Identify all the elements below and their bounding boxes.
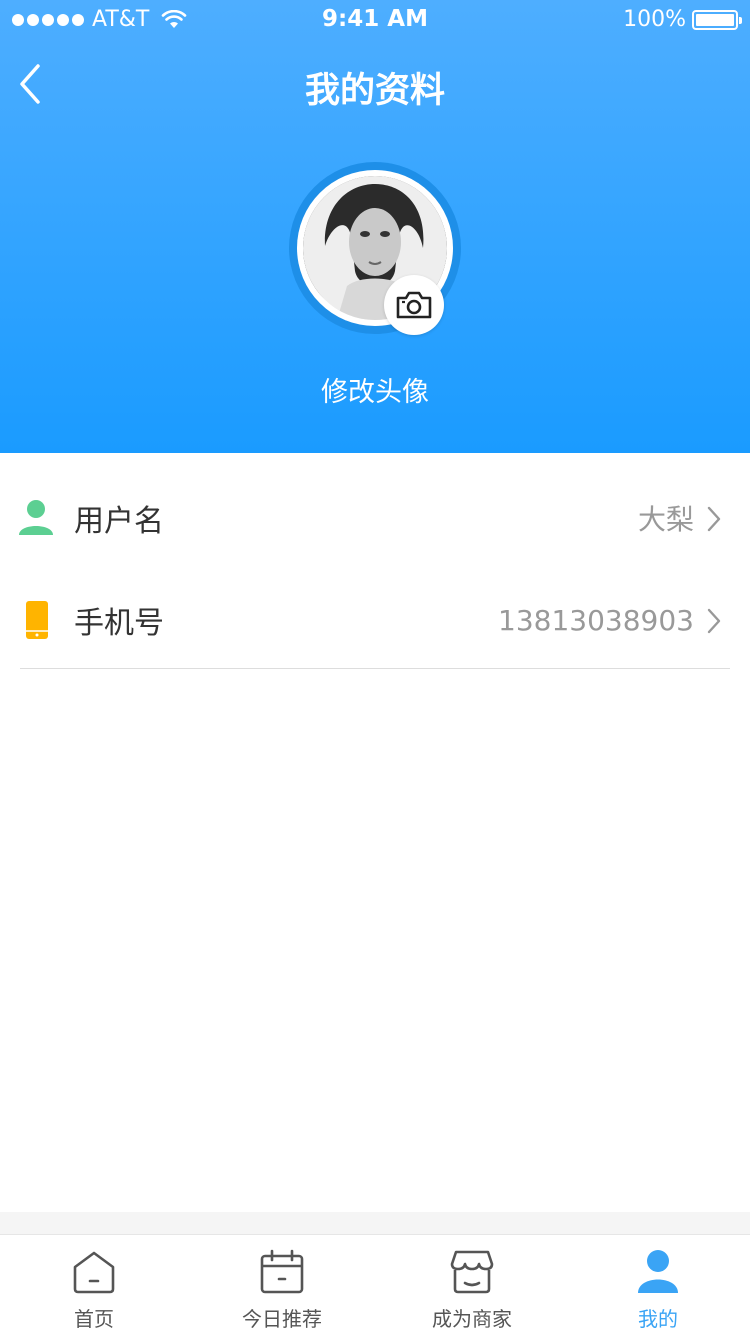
tab-label: 今日推荐: [242, 1307, 322, 1331]
status-right: 100%: [623, 7, 742, 32]
tabbar-separator: [0, 1212, 750, 1234]
username-row[interactable]: 用户名 大梨: [0, 468, 750, 568]
page-title: 我的资料: [304, 71, 445, 111]
user-icon: [638, 1250, 678, 1293]
tab-bar: 首页 今日推荐 成为商家 我的: [0, 1234, 750, 1334]
battery-percent: 100%: [623, 7, 686, 32]
home-icon: [73, 1251, 115, 1294]
tab-recommend[interactable]: 今日推荐: [188, 1235, 376, 1335]
status-bar: AT&T 9:41 AM 100%: [0, 0, 750, 40]
chevron-right-icon: [707, 506, 721, 532]
tab-label: 我的: [638, 1307, 678, 1331]
phone-row[interactable]: 手机号 13813038903: [0, 570, 750, 670]
person-icon: [19, 500, 53, 535]
change-avatar-label[interactable]: 修改头像: [0, 370, 750, 409]
divider: [20, 668, 730, 669]
tab-mine[interactable]: 我的: [564, 1235, 750, 1335]
phone-icon: [26, 601, 48, 639]
change-avatar-button[interactable]: [384, 275, 444, 335]
username-value: 大梨: [637, 503, 694, 536]
calendar-icon: [260, 1249, 304, 1294]
tab-label: 首页: [74, 1307, 114, 1331]
battery-icon: [692, 9, 742, 30]
phone-label: 手机号: [74, 606, 164, 641]
tab-home[interactable]: 首页: [0, 1235, 188, 1335]
tab-merchant[interactable]: 成为商家: [378, 1235, 566, 1335]
camera-icon: [396, 291, 432, 319]
chevron-right-icon: [707, 608, 721, 634]
tab-label: 成为商家: [432, 1307, 512, 1331]
phone-value: 13813038903: [498, 603, 694, 637]
store-icon: [450, 1250, 494, 1294]
username-label: 用户名: [74, 504, 164, 539]
profile-header: AT&T 9:41 AM 100% 我的资料 修改头像: [0, 0, 750, 453]
